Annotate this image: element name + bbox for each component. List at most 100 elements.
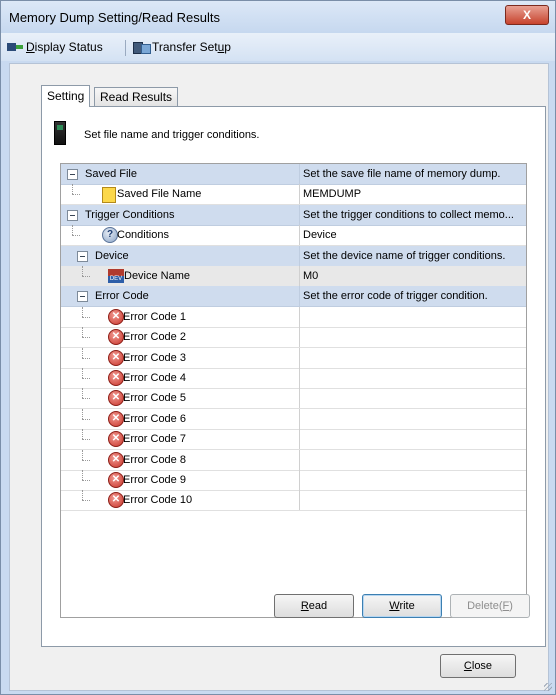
- property-value-cell[interactable]: [299, 327, 526, 348]
- property-value-cell[interactable]: MEMDUMP: [299, 184, 526, 205]
- category-row[interactable]: Trigger Conditions Set the trigger condit…: [61, 204, 526, 226]
- tree-connector: [82, 439, 90, 441]
- read-button[interactable]: Read: [274, 594, 354, 618]
- tree-connector: [72, 194, 80, 196]
- tree-connector: [82, 368, 84, 378]
- collapse-toggle-icon[interactable]: [77, 250, 88, 262]
- property-name-cell: ? Conditions: [61, 225, 298, 245]
- tree-connector: [82, 429, 84, 440]
- category-row[interactable]: Saved File Set the save file name of memo…: [61, 164, 526, 185]
- category-description: Set the save file name of memory dump.: [299, 164, 526, 184]
- error-icon: ✕: [108, 370, 124, 386]
- tree-connector: [82, 347, 84, 358]
- error-icon: ✕: [108, 492, 124, 509]
- property-name-cell: ✕ Error Code 2: [61, 327, 298, 347]
- property-label: Error Code 7: [123, 433, 186, 446]
- tree-connector: [82, 337, 90, 339]
- tree-connector: [82, 470, 84, 480]
- property-row[interactable]: ✕ Error Code 1: [61, 306, 526, 328]
- category-label: Saved File: [85, 168, 137, 180]
- property-value-cell[interactable]: [299, 368, 526, 388]
- property-row[interactable]: Saved File Name MEMDUMP: [61, 184, 526, 206]
- display-status-label: Display Status: [26, 40, 103, 54]
- property-value-cell[interactable]: [299, 408, 526, 429]
- error-icon: ✕: [108, 390, 124, 407]
- property-row[interactable]: ✕ Error Code 2: [61, 327, 526, 349]
- delete-button[interactable]: Delete(F): [450, 594, 530, 618]
- error-icon: ✕: [108, 410, 124, 427]
- error-icon: ✕: [108, 472, 124, 488]
- setting-tab-page: Set file name and trigger conditions. Sa…: [41, 106, 546, 647]
- property-value-cell[interactable]: [299, 449, 526, 470]
- property-value-cell[interactable]: [299, 388, 526, 409]
- property-value-cell[interactable]: [299, 306, 526, 327]
- property-row[interactable]: ✕ Error Code 3: [61, 347, 526, 369]
- tree-connector: [82, 276, 90, 278]
- tree-connector: [82, 266, 84, 276]
- property-value-cell[interactable]: M0: [299, 266, 526, 286]
- tree-connector: [82, 306, 84, 317]
- property-name-cell: ✕ Error Code 9: [61, 470, 298, 490]
- property-name-cell: ✕ Error Code 1: [61, 306, 298, 327]
- tree-connector: [72, 235, 80, 237]
- collapse-toggle-icon[interactable]: [67, 169, 78, 180]
- property-label: Error Code 9: [123, 474, 186, 486]
- property-row[interactable]: ? Conditions Device: [61, 225, 526, 247]
- property-name-cell: ✕ Error Code 3: [61, 347, 298, 368]
- property-row[interactable]: ✕ Error Code 4: [61, 368, 526, 389]
- category-label: Device: [95, 249, 129, 262]
- close-button[interactable]: Close: [440, 654, 516, 678]
- property-label: Saved File Name: [117, 188, 202, 201]
- category-description: Set the device name of trigger condition…: [299, 245, 526, 266]
- tree-connector: [82, 398, 90, 400]
- category-row[interactable]: Error Code Set the error code of trigger …: [61, 286, 526, 308]
- property-row[interactable]: ✕ Error Code 5: [61, 388, 526, 410]
- file-icon: [102, 187, 116, 204]
- property-row[interactable]: ✕ Error Code 8: [61, 449, 526, 471]
- property-name-cell: Error Code: [61, 286, 298, 306]
- property-label: Device Name: [124, 270, 191, 282]
- tab-setting[interactable]: Setting: [41, 85, 91, 107]
- property-value-cell[interactable]: [299, 347, 526, 368]
- property-row[interactable]: ✕ Error Code 10: [61, 490, 526, 512]
- tree-connector: [82, 388, 84, 399]
- property-label: Error Code 2: [123, 331, 186, 344]
- display-status-button[interactable]: Display Status: [7, 38, 103, 56]
- transfer-setup-icon: [133, 40, 151, 54]
- property-value-cell[interactable]: [299, 470, 526, 490]
- close-window-button[interactable]: X: [505, 5, 549, 25]
- tree-connector: [82, 327, 84, 338]
- property-name-cell: DEV Device Name: [61, 266, 298, 286]
- write-button[interactable]: Write: [362, 594, 442, 618]
- property-row[interactable]: ✕ Error Code 6: [61, 408, 526, 430]
- collapse-toggle-icon[interactable]: [77, 291, 88, 303]
- property-value-cell[interactable]: Device: [299, 225, 526, 246]
- device-icon: DEV: [108, 269, 124, 283]
- property-name-cell: ✕ Error Code 4: [61, 368, 298, 388]
- tree-connector: [82, 459, 90, 462]
- transfer-setup-button[interactable]: Transfer Setup: [133, 38, 231, 56]
- error-icon: ✕: [108, 451, 124, 468]
- category-row[interactable]: Device Set the device name of trigger con…: [61, 245, 526, 267]
- display-status-icon: [7, 41, 23, 53]
- property-label: Error Code 5: [123, 392, 186, 405]
- collapse-toggle-icon[interactable]: [67, 209, 78, 221]
- property-row[interactable]: DEV Device Name M0: [61, 266, 526, 287]
- category-label: Trigger Conditions: [85, 208, 175, 221]
- property-value-cell[interactable]: [299, 429, 526, 450]
- memory-dump-dialog: Memory Dump Setting/Read Results X Displ…: [0, 0, 556, 695]
- property-value-cell[interactable]: [299, 490, 526, 511]
- tab-read-results[interactable]: Read Results: [94, 87, 179, 106]
- property-row[interactable]: ✕ Error Code 7: [61, 429, 526, 451]
- property-name-cell: ✕ Error Code 10: [61, 490, 298, 510]
- property-name-cell: Saved File Name: [61, 184, 298, 204]
- property-label: Error Code 6: [123, 412, 186, 425]
- title-bar: Memory Dump Setting/Read Results X: [1, 1, 555, 33]
- property-row[interactable]: ✕ Error Code 9: [61, 470, 526, 491]
- error-icon: ✕: [108, 308, 124, 325]
- category-description: Set the trigger conditions to collect me…: [299, 204, 526, 225]
- category-description: Set the error code of trigger condition.: [299, 286, 526, 307]
- resize-grip[interactable]: [544, 683, 552, 691]
- property-label: Error Code 1: [123, 310, 186, 323]
- toolbar: Display Status Transfer Setup: [1, 33, 555, 61]
